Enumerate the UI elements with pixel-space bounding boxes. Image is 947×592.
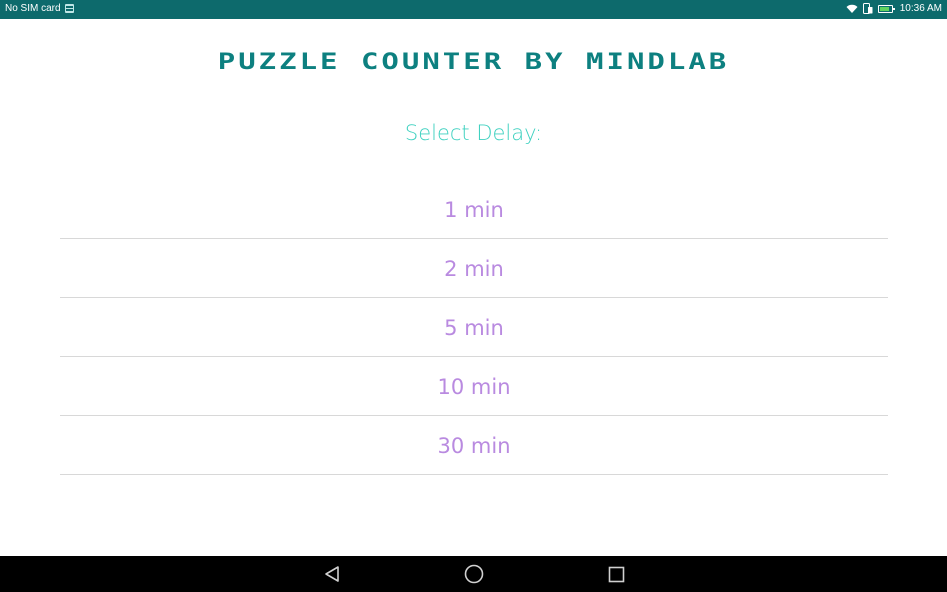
recents-icon (608, 566, 625, 583)
delay-option-label: 1 min (444, 197, 504, 222)
status-left: No SIM card (5, 3, 74, 14)
delay-option-10-min[interactable]: 10 min (60, 357, 888, 416)
clock-text: 10:36 AM (899, 3, 942, 14)
delay-options-list: 1 min 2 min 5 min 10 min 30 min (60, 180, 888, 475)
recents-button[interactable] (605, 563, 627, 585)
wifi-icon (846, 4, 858, 14)
back-icon (323, 565, 341, 583)
device-icon (862, 3, 873, 14)
carrier-text: No SIM card (5, 3, 61, 14)
delay-option-label: 30 min (437, 433, 511, 458)
delay-option-label: 5 min (444, 315, 504, 340)
delay-option-5-min[interactable]: 5 min (60, 298, 888, 357)
app-title: puzzle counter by mindlab (217, 48, 730, 75)
home-icon (464, 564, 484, 584)
delay-option-2-min[interactable]: 2 min (60, 239, 888, 298)
home-button[interactable] (463, 563, 485, 585)
status-right: 10:36 AM (846, 3, 942, 14)
delay-option-label: 10 min (437, 374, 511, 399)
battery-icon (877, 4, 895, 13)
battery-level-fill (879, 6, 889, 11)
delay-option-30-min[interactable]: 30 min (60, 416, 888, 475)
delay-option-label: 2 min (444, 256, 504, 281)
delay-option-1-min[interactable]: 1 min (60, 180, 888, 239)
select-delay-label: Select Delay: (404, 121, 543, 145)
navigation-bar (0, 556, 947, 592)
sim-card-icon (64, 4, 74, 13)
status-bar: No SIM card 10:36 AM (0, 0, 947, 19)
back-button[interactable] (321, 563, 343, 585)
